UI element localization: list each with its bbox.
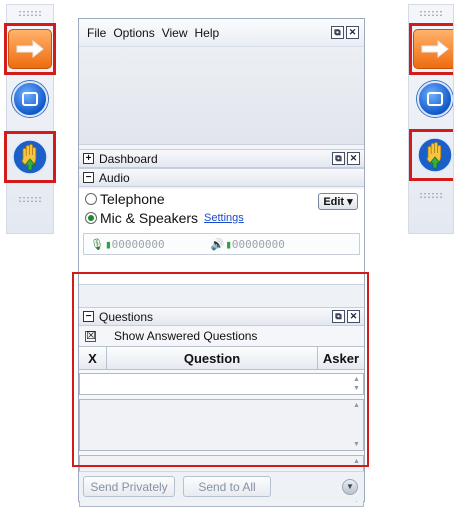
edit-button[interactable]: Edit ▾ (318, 193, 358, 210)
close-icon[interactable]: ✕ (347, 310, 360, 323)
spacer (79, 285, 364, 307)
grip-handle-top[interactable] (409, 5, 453, 21)
arrow-right-icon (413, 29, 453, 69)
mic-speakers-option[interactable]: Mic & Speakers Settings (79, 208, 364, 227)
stop-square-icon (12, 81, 48, 117)
speaker-level-indicator: ▮ (225, 237, 232, 251)
column-x[interactable]: X (79, 347, 107, 369)
audio-meters: 🎙 ▮ 00000000 🔊 ▮ 00000000 (83, 233, 360, 255)
detail-scrollbar[interactable]: ▲ ▼ (350, 400, 363, 450)
questions-footer: Send Privately Send to All ▼ (79, 471, 364, 501)
restore-icon[interactable]: ⧉ (332, 152, 345, 165)
raise-hand-icon (417, 137, 453, 173)
close-icon[interactable]: ✕ (347, 152, 360, 165)
dashboard-title: Dashboard (99, 151, 158, 166)
stop-square-icon (417, 81, 453, 117)
arrow-button[interactable] (4, 23, 56, 75)
restore-icon[interactable]: ⧉ (331, 26, 344, 39)
mic-level-indicator: ▮ (104, 237, 112, 251)
grip-handle-bottom[interactable] (409, 187, 453, 203)
dashboard-header[interactable]: + Dashboard ⧉ ✕ (79, 149, 364, 168)
left-toolbar (4, 4, 56, 234)
arrow-button[interactable] (409, 23, 453, 75)
mic-speakers-label: Mic & Speakers (100, 209, 199, 226)
radio-telephone[interactable] (85, 192, 97, 205)
stop-button[interactable] (413, 77, 453, 121)
expand-icon[interactable]: + (83, 153, 94, 164)
control-panel: File Options View Help ⧉ ✕ + Dashboard ⧉… (78, 18, 365, 507)
menu-help[interactable]: Help (195, 26, 220, 40)
chevron-down-icon[interactable]: ▼ (342, 478, 358, 495)
raise-hand-button[interactable] (4, 131, 56, 183)
send-to-all-button[interactable]: Send to All (183, 476, 271, 497)
questions-header[interactable]: − Questions ⧉ ✕ (79, 307, 364, 326)
raise-hand-button[interactable] (409, 129, 453, 181)
questions-scrollbar[interactable]: ▲ ▼ (350, 374, 363, 394)
menu-view[interactable]: View (162, 26, 188, 40)
menu-file[interactable]: File (87, 26, 106, 40)
column-asker[interactable]: Asker (318, 347, 364, 369)
speaker-level: 00000000 (231, 237, 285, 251)
settings-link[interactable]: Settings (204, 212, 244, 224)
microphone-icon: 🎙 (90, 237, 104, 251)
column-question[interactable]: Question (107, 347, 318, 369)
audio-header[interactable]: − Audio (79, 168, 364, 187)
questions-list[interactable]: ▲ ▼ (79, 373, 364, 395)
telephone-label: Telephone (100, 190, 165, 207)
menu-bar: File Options View Help ⧉ ✕ (79, 19, 364, 47)
radio-mic-speakers[interactable] (85, 211, 97, 224)
audio-title: Audio (99, 170, 130, 185)
questions-title: Questions (99, 309, 154, 324)
right-toolbar (408, 4, 454, 234)
grip-handle-top[interactable] (7, 5, 53, 21)
menu-options[interactable]: Options (113, 26, 154, 40)
close-icon[interactable]: ✕ (346, 26, 359, 39)
audio-panel: Telephone Mic & Speakers Settings Edit ▾… (79, 189, 364, 285)
show-answered-checkbox[interactable]: ☒ (85, 330, 96, 342)
speaker-icon: 🔊 (210, 237, 225, 251)
stop-button[interactable] (8, 77, 52, 121)
questions-table-header: X Question Asker (79, 346, 364, 370)
question-detail-area[interactable]: ▲ ▼ (79, 399, 364, 451)
grip-handle-bottom[interactable] (7, 191, 53, 207)
mic-level: 00000000 (111, 237, 165, 251)
show-answered-row[interactable]: ☒ Show Answered Questions (79, 326, 364, 346)
collapse-icon[interactable]: − (83, 172, 94, 183)
show-answered-label: Show Answered Questions (114, 329, 258, 343)
collapse-icon[interactable]: − (83, 311, 94, 322)
restore-icon[interactable]: ⧉ (332, 310, 345, 323)
arrow-right-icon (8, 29, 52, 69)
send-privately-button[interactable]: Send Privately (83, 476, 175, 497)
header-area (79, 47, 364, 145)
raise-hand-icon (12, 139, 48, 175)
